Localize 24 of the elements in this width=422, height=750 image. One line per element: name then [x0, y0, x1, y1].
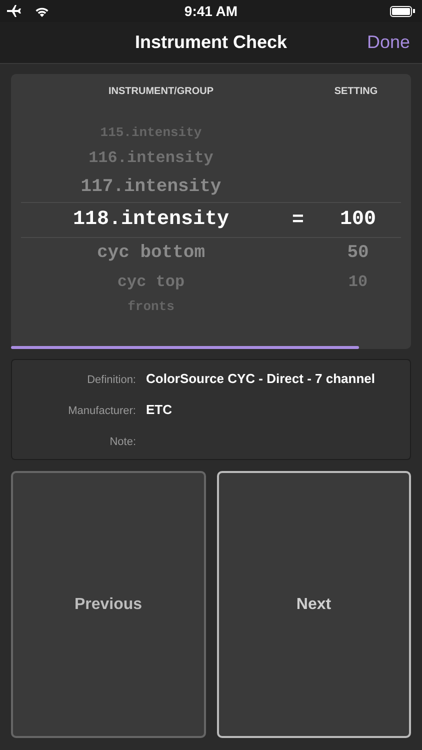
column-header: SETTING — [333, 84, 379, 98]
picker-item[interactable]: cyc bottom — [96, 242, 206, 262]
done-button[interactable]: Done — [366, 29, 410, 56]
detail-label: Manufacturer: — [68, 404, 136, 416]
detail-label: Note: — [110, 436, 136, 448]
column-header: INSTRUMENT/GROUP — [108, 84, 214, 98]
detail-label: Definition: — [87, 374, 136, 386]
picker-item[interactable]: 118.intensity — [72, 208, 230, 231]
wifi-icon — [35, 6, 49, 16]
screen-title: Instrument Check — [134, 31, 288, 54]
picker-item[interactable]: 116.intensity — [88, 149, 214, 167]
equals-sign: = — [292, 208, 304, 230]
setting-value[interactable]: 50 — [347, 242, 369, 262]
detail-value: ETC — [146, 400, 172, 419]
next-button[interactable]: Next — [216, 471, 411, 738]
previous-button[interactable]: Previous — [11, 471, 206, 738]
battery-icon — [390, 6, 415, 16]
detail-value: ColorSource CYC - Direct - 7 channel — [146, 370, 375, 388]
picker-item[interactable]: 117.intensity — [80, 176, 222, 196]
setting-value[interactable]: 100 — [340, 208, 376, 231]
setting-value[interactable]: 10 — [348, 273, 368, 291]
airplane-icon — [7, 5, 21, 17]
picker-item[interactable]: cyc top — [117, 273, 185, 291]
status-time: 9:41 AM — [184, 2, 238, 20]
